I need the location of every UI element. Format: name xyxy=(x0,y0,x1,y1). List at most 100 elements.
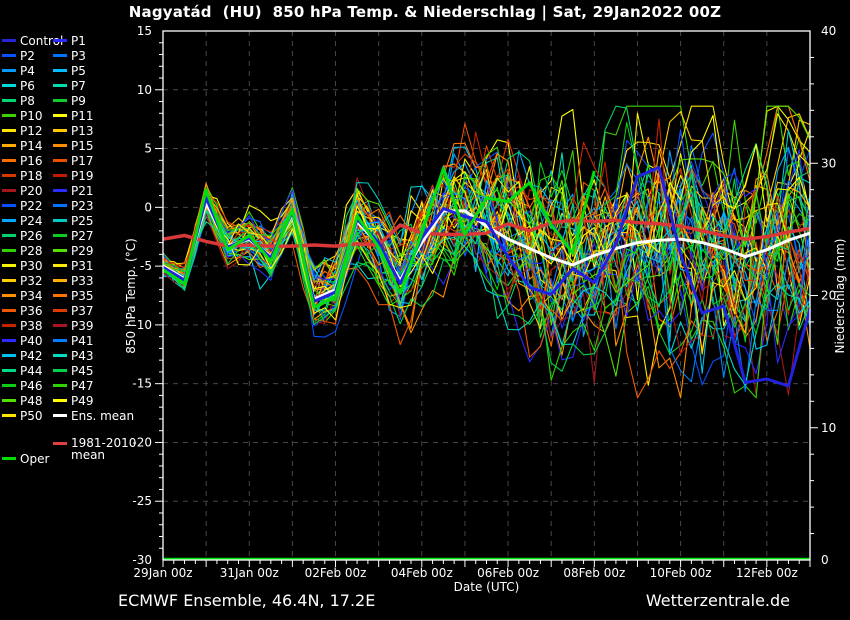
legend-item-p41: P41 xyxy=(53,333,94,348)
legend-swatch xyxy=(53,144,67,147)
legend-label: P8 xyxy=(20,94,35,108)
legend-swatch xyxy=(2,279,16,282)
legend-label: P10 xyxy=(20,109,43,123)
legend-label: P33 xyxy=(71,274,94,288)
legend-item-p44: P44 xyxy=(2,363,43,378)
legend-label: P44 xyxy=(20,364,43,378)
legend-label: P11 xyxy=(71,109,94,123)
legend-swatch xyxy=(53,294,67,297)
legend-item-p39: P39 xyxy=(53,318,94,333)
legend-item-p47: P47 xyxy=(53,378,94,393)
legend-label: P42 xyxy=(20,349,43,363)
legend-swatch xyxy=(2,324,16,327)
legend-swatch xyxy=(2,354,16,357)
legend-item-p50: P50 xyxy=(2,408,43,423)
svg-text:29Jan 00z: 29Jan 00z xyxy=(133,566,192,580)
svg-text:40: 40 xyxy=(821,24,836,38)
legend-item-p20: P20 xyxy=(2,183,43,198)
legend-swatch xyxy=(2,294,16,297)
legend-swatch xyxy=(53,189,67,192)
legend-swatch xyxy=(53,159,67,162)
legend-swatch xyxy=(53,369,67,372)
legend-swatch xyxy=(53,84,67,87)
legend-item-p15: P15 xyxy=(53,138,94,153)
legend-label: P20 xyxy=(20,184,43,198)
legend-label: P39 xyxy=(71,319,94,333)
legend-swatch xyxy=(2,414,16,417)
legend-label: Ens. mean xyxy=(71,409,134,423)
legend-swatch xyxy=(53,204,67,207)
legend-swatch xyxy=(53,39,67,42)
svg-text:12Feb 00z: 12Feb 00z xyxy=(736,566,798,580)
legend-label: P50 xyxy=(20,409,43,423)
legend-swatch xyxy=(53,309,67,312)
legend-label: P30 xyxy=(20,259,43,273)
legend-label: P46 xyxy=(20,379,43,393)
legend-item-p3: P3 xyxy=(53,48,86,63)
legend-item-p9: P9 xyxy=(53,93,86,108)
legend-swatch xyxy=(53,384,67,387)
legend-item-p14: P14 xyxy=(2,138,43,153)
legend-label: P5 xyxy=(71,64,86,78)
legend-label: P13 xyxy=(71,124,94,138)
legend-item-p13: P13 xyxy=(53,123,94,138)
legend-item-p7: P7 xyxy=(53,78,86,93)
ensemble-meteogram: Nagyatád (HU) 850 hPa Temp. & Niederschl… xyxy=(0,0,850,620)
legend-label: P7 xyxy=(71,79,86,93)
legend-label: P34 xyxy=(20,289,43,303)
legend-label: P12 xyxy=(20,124,43,138)
legend-item-p16: P16 xyxy=(2,153,43,168)
legend-item-p43: P43 xyxy=(53,348,94,363)
legend-label: P48 xyxy=(20,394,43,408)
legend-swatch xyxy=(2,84,16,87)
legend-swatch xyxy=(2,189,16,192)
svg-text:31Jan 00z: 31Jan 00z xyxy=(220,566,279,580)
legend-label: P26 xyxy=(20,229,43,243)
svg-text:06Feb 00z: 06Feb 00z xyxy=(477,566,539,580)
legend-label: P45 xyxy=(71,364,94,378)
legend-swatch xyxy=(53,324,67,327)
legend-item-oper: Oper xyxy=(2,451,49,466)
legend-swatch xyxy=(53,399,67,402)
legend-swatch xyxy=(53,414,67,417)
legend-label: Oper xyxy=(20,452,49,466)
legend-item-p10: P10 xyxy=(2,108,43,123)
svg-text:10Feb 00z: 10Feb 00z xyxy=(650,566,712,580)
legend-item-p1: P1 xyxy=(53,33,86,48)
legend-item-p27: P27 xyxy=(53,228,94,243)
legend-item-p46: P46 xyxy=(2,378,43,393)
legend-item-p34: P34 xyxy=(2,288,43,303)
legend-swatch xyxy=(2,99,16,102)
legend-label: P41 xyxy=(71,334,94,348)
legend-swatch xyxy=(2,249,16,252)
legend-item-p17: P17 xyxy=(53,153,94,168)
legend-label: P15 xyxy=(71,139,94,153)
legend-item-p12: P12 xyxy=(2,123,43,138)
legend-item-p49: P49 xyxy=(53,393,94,408)
legend-swatch xyxy=(53,219,67,222)
legend-swatch xyxy=(53,234,67,237)
legend-label: P43 xyxy=(71,349,94,363)
legend-item-p32: P32 xyxy=(2,273,43,288)
legend-item-p4: P4 xyxy=(2,63,35,78)
legend-swatch xyxy=(2,174,16,177)
legend-swatch xyxy=(53,129,67,132)
legend-label: P2 xyxy=(20,49,35,63)
legend-label: P40 xyxy=(20,334,43,348)
legend-item-p23: P23 xyxy=(53,198,94,213)
legend-item-p11: P11 xyxy=(53,108,94,123)
legend-swatch xyxy=(2,384,16,387)
svg-text:08Feb 00z: 08Feb 00z xyxy=(563,566,625,580)
legend-label: P22 xyxy=(20,199,43,213)
legend-swatch xyxy=(2,399,16,402)
legend-item-p45: P45 xyxy=(53,363,94,378)
legend-item-clim-mean: 1981-2010mean xyxy=(53,437,136,452)
legend-label: P37 xyxy=(71,304,94,318)
legend-item-p35: P35 xyxy=(53,288,94,303)
legend-label: P29 xyxy=(71,244,94,258)
legend-swatch xyxy=(2,309,16,312)
plot-frame xyxy=(163,31,810,560)
legend-swatch xyxy=(53,54,67,57)
legend-label: P14 xyxy=(20,139,43,153)
legend-label: P6 xyxy=(20,79,35,93)
